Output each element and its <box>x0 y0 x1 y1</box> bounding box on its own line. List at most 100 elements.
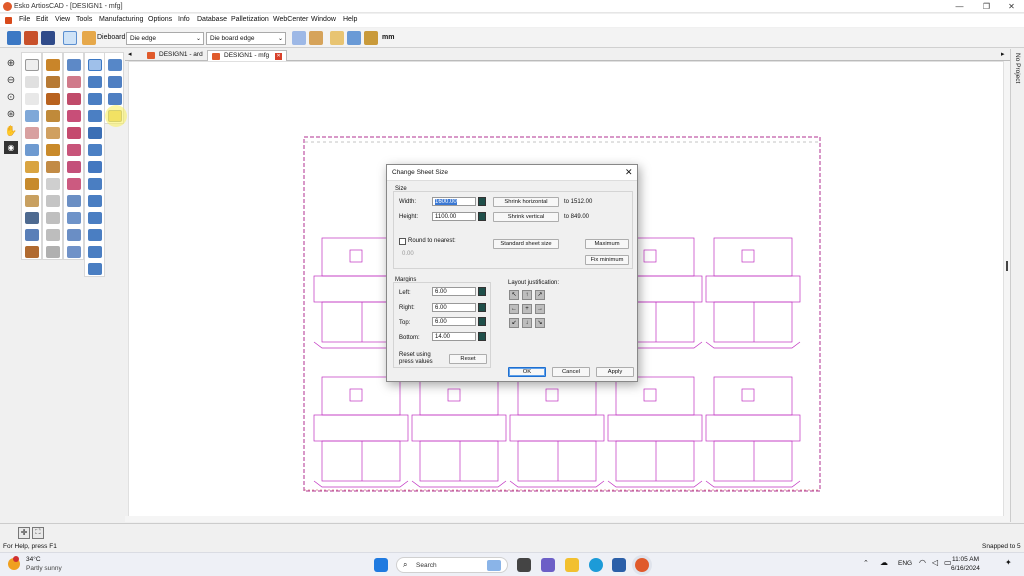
die-edge-select[interactable]: Die edge ⌄ <box>126 32 204 45</box>
top-margin-input[interactable]: 6.00 <box>432 317 476 326</box>
branch-tool-icon[interactable] <box>88 127 102 139</box>
menu-manufacturing[interactable]: Manufacturing <box>99 16 143 23</box>
zoom-out-icon[interactable]: ⊖ <box>4 74 18 87</box>
menu-palletization[interactable]: Palletization <box>231 16 269 23</box>
layout-tool-icon[interactable] <box>67 59 81 71</box>
blank-tool-icon[interactable] <box>46 212 60 224</box>
export-tool-icon[interactable] <box>25 246 39 258</box>
rule-tool-icon[interactable] <box>67 229 81 241</box>
camera-icon[interactable]: ◉ <box>4 141 18 154</box>
select-tool-icon[interactable] <box>25 76 39 88</box>
taskbar-search[interactable]: ⌕ Search <box>396 557 508 573</box>
left-margin-input[interactable]: 6.00 <box>432 287 476 296</box>
cancel-button[interactable]: Cancel <box>552 367 590 377</box>
loop-tool-icon[interactable] <box>88 212 102 224</box>
layout-grid-icon[interactable] <box>25 110 39 122</box>
cross-tool-icon[interactable] <box>88 178 102 190</box>
nick-tool-icon[interactable] <box>67 212 81 224</box>
horizontal-scrollbar[interactable] <box>125 516 1004 522</box>
dialog-close-icon[interactable]: ✕ <box>625 167 633 178</box>
dieboard-icon[interactable] <box>82 31 96 45</box>
database-icon[interactable] <box>24 31 38 45</box>
scroll-thumb[interactable] <box>1006 261 1008 271</box>
clock-time[interactable]: 11:05 AM <box>952 556 979 563</box>
justify-bottom-center-icon[interactable]: ↓ <box>522 318 532 328</box>
step-tool-icon[interactable] <box>67 110 81 122</box>
maximum-button[interactable]: Maximum <box>585 239 629 249</box>
apply-button[interactable]: Apply <box>596 367 634 377</box>
width-input[interactable]: 1600.00 <box>432 197 476 206</box>
pan-icon[interactable]: ✋ <box>4 125 18 138</box>
menu-info[interactable]: Info <box>178 16 190 23</box>
project-side-panel[interactable]: No Project <box>1010 49 1024 522</box>
tab-scroll-right-icon[interactable]: ▸ <box>1001 50 1005 58</box>
active-select-icon[interactable] <box>88 59 102 71</box>
bottom-calculator-icon[interactable] <box>478 332 486 341</box>
windows-start-icon[interactable] <box>374 558 388 572</box>
view-3d-icon[interactable] <box>347 31 361 45</box>
insert-tool-icon[interactable] <box>25 161 39 173</box>
menu-file[interactable]: File <box>19 16 30 23</box>
bridge-tool-icon[interactable] <box>67 195 81 207</box>
machine-tool-icon[interactable] <box>25 212 39 224</box>
align-tool-icon[interactable] <box>25 229 39 241</box>
copy-tool-icon[interactable] <box>25 144 39 156</box>
shrink-horizontal-button[interactable]: Shrink horizontal <box>493 197 559 207</box>
file-explorer-icon[interactable] <box>565 558 579 572</box>
wave-tool-icon[interactable] <box>88 76 102 88</box>
minus-tool-icon[interactable] <box>46 144 60 156</box>
right-margin-input[interactable]: 6.00 <box>432 303 476 312</box>
select-mode-icon[interactable] <box>63 31 77 45</box>
zoom-window-icon[interactable]: ⊙ <box>4 91 18 104</box>
menu-webcenter[interactable]: WebCenter <box>273 16 308 23</box>
mirror-tool-icon[interactable] <box>67 161 81 173</box>
store-icon[interactable] <box>612 558 626 572</box>
maximize-button[interactable]: ❐ <box>974 0 999 13</box>
line-tool-icon[interactable] <box>46 59 60 71</box>
network-icon[interactable]: ☁ <box>880 558 888 567</box>
die-board-edge-select[interactable]: Die board edge ⌄ <box>206 32 286 45</box>
distribute-tool-icon[interactable] <box>108 93 122 105</box>
justify-top-center-icon[interactable]: ↑ <box>522 290 532 300</box>
justify-top-right-icon[interactable]: ↗ <box>535 290 545 300</box>
menu-tools[interactable]: Tools <box>76 16 92 23</box>
save-icon[interactable] <box>41 31 55 45</box>
justify-middle-left-icon[interactable]: ← <box>509 304 519 314</box>
flip-tool-icon[interactable] <box>67 178 81 190</box>
reset-button[interactable]: Reset <box>449 354 487 364</box>
minimize-button[interactable]: — <box>947 0 972 13</box>
diagonal-tool-icon[interactable] <box>46 76 60 88</box>
volume-icon[interactable]: ◁ <box>932 558 938 567</box>
strip-tool-icon[interactable] <box>67 246 81 258</box>
tab-design1-ard[interactable]: DESIGN1 - ard <box>143 50 207 61</box>
fill-tool-icon[interactable] <box>46 178 60 190</box>
tab-design1-mfg[interactable]: DESIGN1 - mfg ✕ <box>207 50 288 61</box>
plus-tool-icon[interactable] <box>46 110 60 122</box>
link-tool-icon[interactable] <box>88 93 102 105</box>
notification-icon[interactable]: ✦ <box>1005 558 1012 567</box>
round-value[interactable]: 0.00 <box>402 251 414 257</box>
group-tool-icon[interactable] <box>88 246 102 258</box>
wifi-icon[interactable]: ◠ <box>919 558 926 567</box>
justify-center-icon[interactable]: + <box>522 304 532 314</box>
chat-icon[interactable] <box>541 558 555 572</box>
top-calculator-icon[interactable] <box>478 317 486 326</box>
pointer-tool-icon[interactable] <box>25 59 39 71</box>
grid-tool-icon[interactable] <box>292 31 306 45</box>
height-calculator-icon[interactable] <box>478 212 486 221</box>
right-calculator-icon[interactable] <box>478 303 486 312</box>
trim-tool-icon[interactable] <box>25 195 39 207</box>
connect-tool-icon[interactable] <box>88 110 102 122</box>
sheet-tool-icon[interactable] <box>46 195 60 207</box>
close-tab-icon[interactable]: ✕ <box>275 53 283 60</box>
nest-tool-icon[interactable] <box>67 93 81 105</box>
pallet-tool-icon[interactable] <box>46 246 60 258</box>
clock-date[interactable]: 6/16/2024 <box>951 565 980 572</box>
close-window-button[interactable]: ✕ <box>999 0 1024 13</box>
array-tool-icon[interactable] <box>67 144 81 156</box>
fold-tool-icon[interactable] <box>330 31 344 45</box>
menu-window[interactable]: Window <box>311 16 336 23</box>
tray-chevron-icon[interactable]: ⌃ <box>863 559 869 567</box>
tab-scroll-left-icon[interactable]: ◂ <box>128 50 132 58</box>
menu-database[interactable]: Database <box>197 16 227 23</box>
